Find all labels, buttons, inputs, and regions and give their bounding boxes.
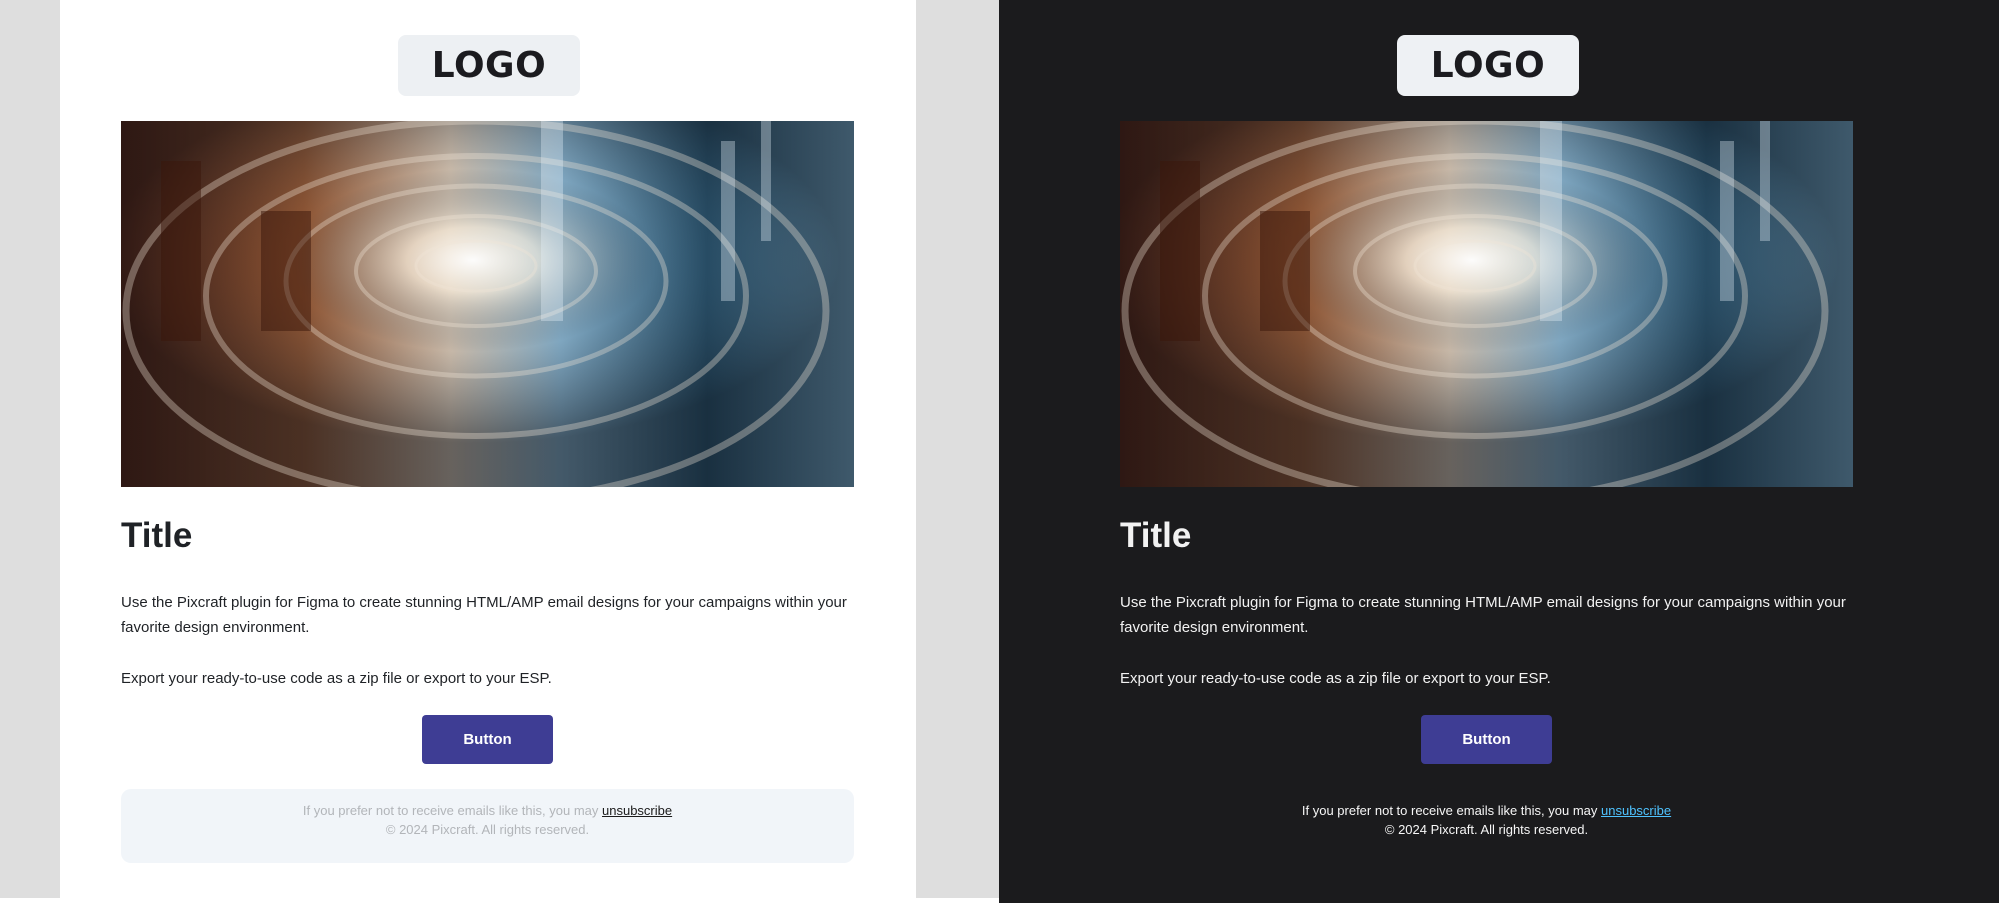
hero-image <box>121 121 854 487</box>
light-email-content: LOGO Title Use the Pixcraft plugin for F… <box>121 0 854 898</box>
email-title: Title <box>1120 516 1192 555</box>
unsubscribe-line: If you prefer not to receive emails like… <box>1120 801 1853 820</box>
footer-text: If you prefer not to receive emails like… <box>1301 803 1598 818</box>
cta-button[interactable]: Button <box>1421 715 1552 764</box>
logo: LOGO <box>1397 35 1579 96</box>
logo: LOGO <box>398 35 580 96</box>
email-paragraph-2: Export your ready-to-use code as a zip f… <box>1120 670 1551 687</box>
copyright: © 2024 Pixcraft. All rights reserved. <box>385 822 590 837</box>
copyright: © 2024 Pixcraft. All rights reserved. <box>1384 822 1589 837</box>
unsubscribe-link[interactable]: unsubscribe <box>602 803 672 818</box>
email-paragraph-1: Use the Pixcraft plugin for Figma to cre… <box>1120 594 1846 636</box>
unsubscribe-line: If you prefer not to receive emails like… <box>121 801 854 820</box>
email-paragraph-1: Use the Pixcraft plugin for Figma to cre… <box>121 594 847 636</box>
email-footer: If you prefer not to receive emails like… <box>1120 789 1853 863</box>
hero-image <box>1120 121 1853 487</box>
email-title: Title <box>121 516 193 555</box>
cta-button[interactable]: Button <box>422 715 553 764</box>
email-footer: If you prefer not to receive emails like… <box>121 789 854 863</box>
unsubscribe-link[interactable]: unsubscribe <box>1601 803 1671 818</box>
footer-text: If you prefer not to receive emails like… <box>302 803 599 818</box>
email-paragraph-2: Export your ready-to-use code as a zip f… <box>121 670 552 687</box>
dark-email-content: LOGO Title Use the Pixcraft plugin for F… <box>1120 0 1853 903</box>
